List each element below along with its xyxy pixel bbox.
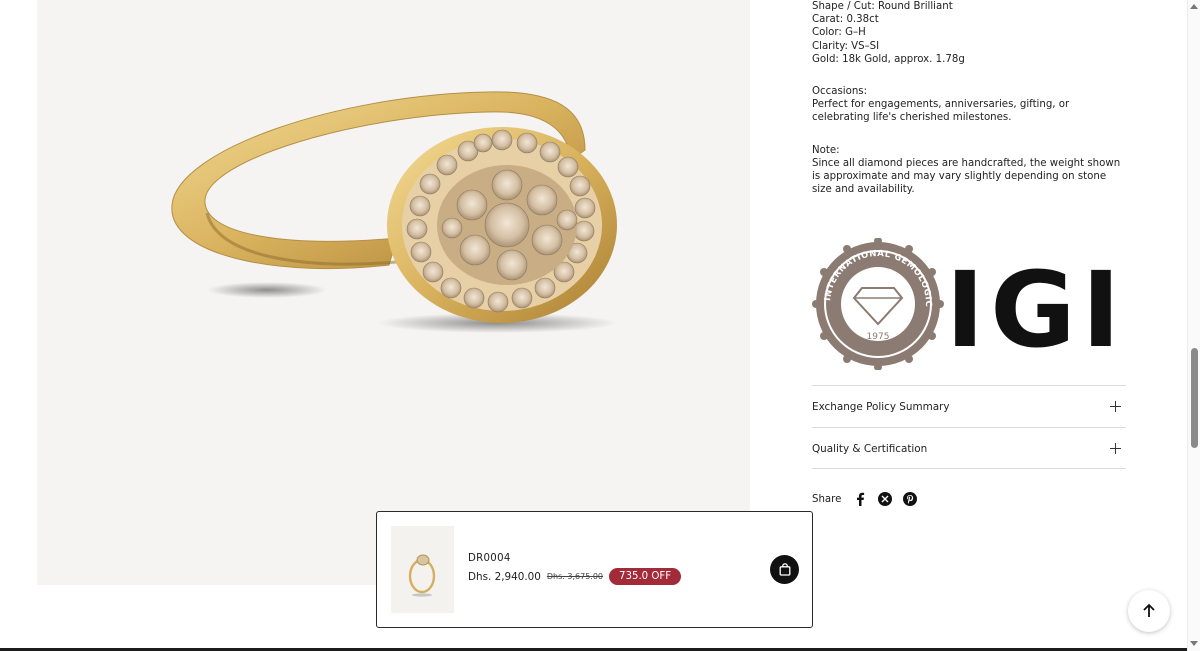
pinterest-icon[interactable] <box>902 491 918 507</box>
spec-shape: Shape / Cut: Round Brilliant <box>812 1 953 12</box>
note-text: Since all diamond pieces are handcrafted… <box>812 157 1121 196</box>
scroll-up-arrow-icon[interactable] <box>1190 4 1198 9</box>
plus-icon <box>1110 442 1122 455</box>
spec-list: Shape / Cut: Round Brilliant Carat: 0.38… <box>812 0 1128 66</box>
product-description: Shape / Cut: Round Brilliant Carat: 0.38… <box>812 0 1128 196</box>
accordion-divider <box>812 468 1126 469</box>
scroll-down-arrow-icon[interactable] <box>1190 641 1198 646</box>
product-image-ring <box>171 91 617 333</box>
share-bar: Share <box>812 489 918 509</box>
plus-icon <box>1110 400 1122 413</box>
spec-clarity: Clarity: VS–SI <box>812 40 880 52</box>
spec-gold: Gold: 18k Gold, approx. 1.78g <box>812 53 965 65</box>
spec-color: Color: G–H <box>812 27 866 39</box>
sale-price: Dhs. 2,940.00 <box>468 570 541 583</box>
shopping-bag-icon <box>779 563 790 576</box>
note-section: Note: Since all diamond pieces are handc… <box>812 144 1128 197</box>
arrow-up-icon <box>1143 603 1155 617</box>
occasions-section: Occasions: Perfect for engagements, anni… <box>812 85 1128 125</box>
accordion-exchange-policy[interactable]: Exchange Policy Summary <box>812 385 1126 427</box>
product-sku: DR0004 <box>468 553 511 564</box>
discount-badge: 735.0 OFF <box>609 568 682 585</box>
price-row: Dhs. 2,940.00 Dhs. 3,675.00 735.0 OFF <box>468 568 682 585</box>
product-thumbnail[interactable] <box>391 526 454 613</box>
spec-carat: Carat: 0.38ct <box>812 14 879 26</box>
page-scrollbar[interactable] <box>1187 0 1200 651</box>
igi-wordmark: IGI <box>946 249 1112 370</box>
accordion-quality-certification[interactable]: Quality & Certification <box>812 427 1126 469</box>
igi-certification-logo: INTERNATIONAL GEMOLOGICAL INSTITUTE 1975… <box>808 231 1120 371</box>
igi-seal-icon: INTERNATIONAL GEMOLOGICAL INSTITUTE 1975 <box>808 231 944 371</box>
scroll-to-top-button[interactable] <box>1128 590 1170 632</box>
share-label: Share <box>812 493 842 505</box>
occasions-title: Occasions: <box>812 86 868 98</box>
accordion-label: Exchange Policy Summary <box>812 400 950 413</box>
svg-text:1975: 1975 <box>867 332 890 342</box>
x-icon[interactable] <box>877 491 893 507</box>
accordion-label: Quality & Certification <box>812 442 928 455</box>
product-image-gallery[interactable] <box>37 0 750 585</box>
facebook-icon[interactable] <box>852 491 868 507</box>
note-title: Note: <box>812 144 840 156</box>
sticky-add-to-cart-bar: DR0004 Dhs. 2,940.00 Dhs. 3,675.00 735.0… <box>376 511 813 628</box>
compare-at-price: Dhs. 3,675.00 <box>546 572 603 581</box>
occasions-text: Perfect for engagements, anniversaries, … <box>812 99 1070 124</box>
scrollbar-thumb[interactable] <box>1191 348 1198 448</box>
add-to-cart-button[interactable] <box>770 555 799 584</box>
